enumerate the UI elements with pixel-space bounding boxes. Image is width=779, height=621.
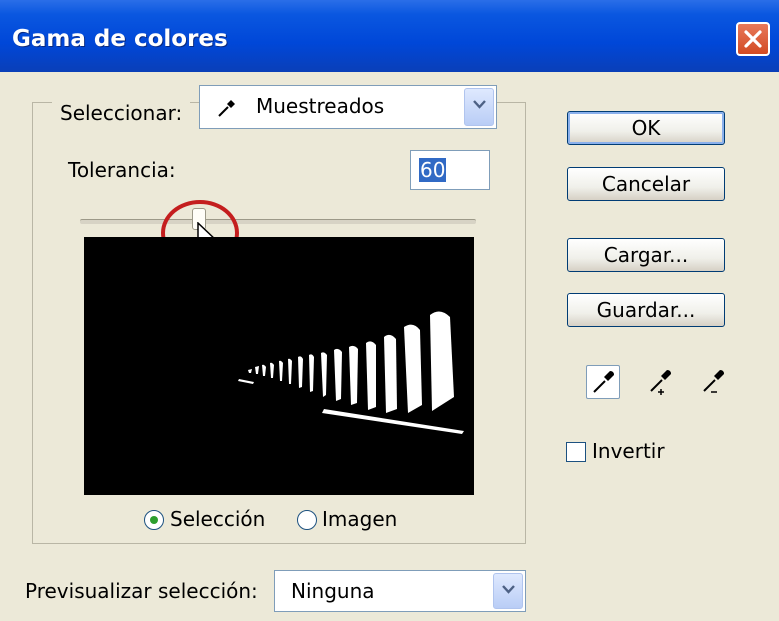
- cancel-button[interactable]: Cancelar: [567, 167, 725, 201]
- chevron-down-icon: [473, 100, 486, 109]
- invert-label: Invertir: [592, 439, 665, 463]
- tolerance-input[interactable]: 60: [410, 150, 490, 190]
- selection-mask-image: [238, 311, 464, 434]
- eyedropper-plus-icon: [650, 370, 671, 395]
- eyedropper-icon: [593, 371, 614, 393]
- load-button[interactable]: Cargar...: [567, 238, 725, 272]
- select-value: Muestreados: [256, 94, 385, 118]
- eyedropper-minus-icon: [703, 370, 724, 393]
- chevron-down-icon: [502, 585, 515, 594]
- eyedropper-plus-tool[interactable]: [644, 365, 678, 399]
- selection-preview: [84, 237, 474, 495]
- preview-selection-value: Ninguna: [291, 579, 375, 603]
- eyedropper-icon: [218, 100, 235, 117]
- window-title: Gama de colores: [12, 26, 228, 52]
- save-button[interactable]: Guardar...: [567, 293, 725, 327]
- radio-image[interactable]: [297, 510, 317, 530]
- invert-checkbox[interactable]: [566, 442, 586, 462]
- eyedropper-tool[interactable]: [586, 365, 620, 399]
- preview-selection-label: Previsualizar selección:: [25, 579, 258, 603]
- tolerance-value: 60: [419, 158, 447, 182]
- preview-selection-dropdown[interactable]: Ninguna: [274, 570, 526, 612]
- select-dropdown-arrow[interactable]: [464, 88, 494, 126]
- eyedropper-minus-tool[interactable]: [697, 365, 731, 399]
- tolerance-label: Tolerancia:: [68, 158, 176, 182]
- title-bar: Gama de colores: [0, 0, 779, 72]
- radio-selected-dot: [150, 516, 158, 524]
- select-dropdown[interactable]: Muestreados: [199, 85, 497, 129]
- radio-selection-label: Selección: [170, 507, 266, 531]
- tolerance-slider-track[interactable]: [80, 219, 476, 224]
- close-icon: [744, 30, 762, 48]
- ok-button[interactable]: OK: [567, 111, 725, 145]
- preview-dropdown-arrow[interactable]: [493, 573, 523, 609]
- radio-selection[interactable]: [144, 510, 164, 530]
- select-label: Seleccionar:: [52, 101, 191, 125]
- radio-image-label: Imagen: [322, 507, 398, 531]
- close-button[interactable]: [736, 22, 770, 56]
